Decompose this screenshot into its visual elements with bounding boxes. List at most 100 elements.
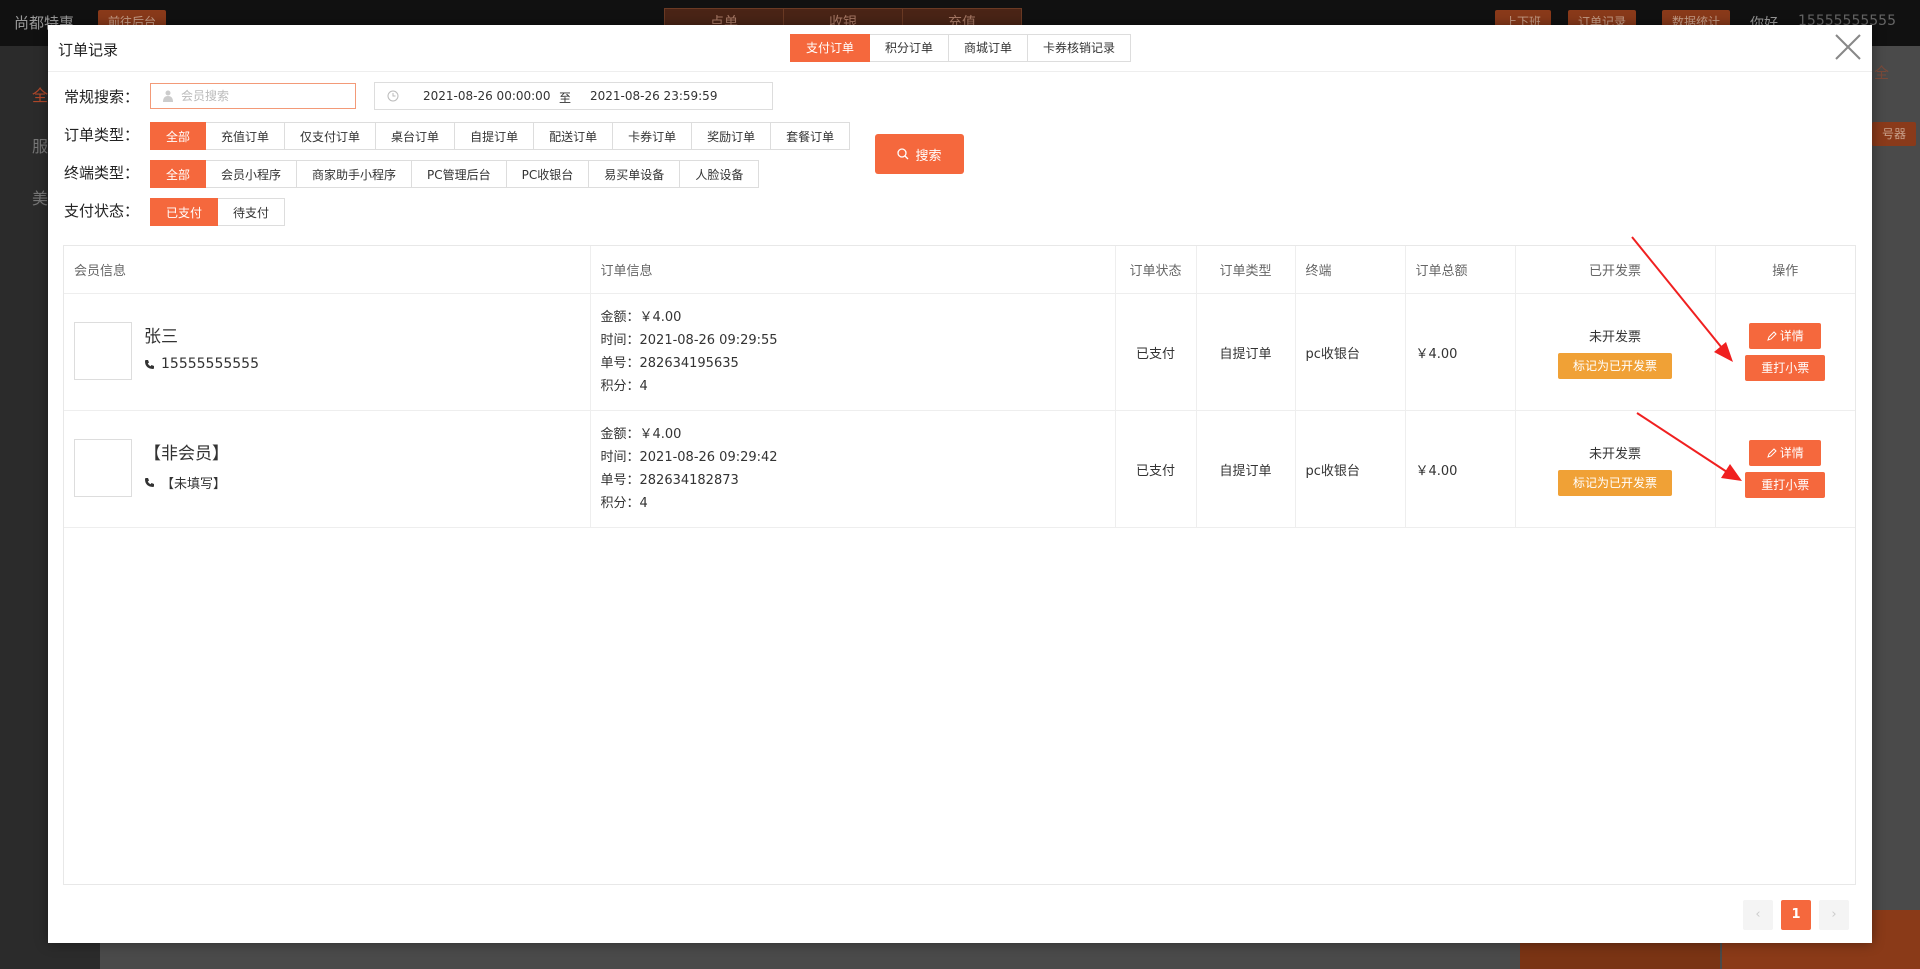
search-placeholder: 会员搜索 — [181, 89, 230, 103]
edit-icon — [1766, 331, 1777, 341]
close-button[interactable] — [1832, 31, 1864, 63]
terminal-all[interactable]: 全部 — [150, 160, 207, 188]
order-time: 时间：2021-08-26 09:29:55 — [600, 333, 778, 348]
modal-title: 订单记录 — [58, 41, 119, 59]
member-search-input[interactable]: 会员搜索 — [150, 83, 356, 109]
header-member-info: 会员信息 — [64, 246, 591, 294]
terminal-type-label: 终端类型： — [64, 164, 140, 182]
terminal-member-miniapp[interactable]: 会员小程序 — [206, 160, 298, 188]
order-type-package[interactable]: 套餐订单 — [771, 122, 851, 150]
order-points: 积分：4 — [600, 379, 648, 394]
member-cell: 张三 15555555555 — [64, 293, 591, 411]
pay-status-label: 支付状态： — [64, 202, 140, 220]
invoice-status: 未开发票 — [1588, 446, 1641, 462]
order-status: 已支付 — [1115, 293, 1197, 411]
member-name: 张三 — [144, 327, 178, 347]
terminal-face-device[interactable]: 人脸设备 — [680, 160, 760, 188]
order-points: 积分：4 — [600, 496, 648, 511]
order-type: 自提订单 — [1196, 410, 1296, 528]
order-type-filter: 全部 充值订单 仅支付订单 桌台订单 自提订单 配送订单 卡券订单 奖励订单 套… — [150, 122, 851, 150]
background-side-item: 服 — [32, 137, 49, 156]
member-phone: 【未填写】 — [161, 477, 227, 492]
header-order-total: 订单总额 — [1405, 246, 1516, 294]
order-time: 时间：2021-08-26 09:29:42 — [600, 450, 778, 465]
clock-icon — [387, 90, 399, 102]
order-type-coupon[interactable]: 卡券订单 — [613, 122, 693, 150]
mark-invoiced-button[interactable]: 标记为已开发票 — [1557, 352, 1672, 379]
date-separator: 至 — [559, 91, 572, 105]
background-side-item: 全 — [32, 86, 49, 105]
order-type-pickup[interactable]: 自提订单 — [455, 122, 535, 150]
detail-button-label: 详情 — [1779, 446, 1804, 460]
member-phone: 15555555555 — [161, 356, 259, 372]
mark-invoiced-button[interactable]: 标记为已开发票 — [1557, 469, 1672, 496]
terminal-easy-pay-device[interactable]: 易买单设备 — [589, 160, 681, 188]
background-fragment: 全 — [1874, 64, 1890, 82]
pay-status-paid[interactable]: 已支付 — [150, 198, 219, 226]
tab-mall-orders[interactable]: 商城订单 — [949, 34, 1029, 62]
prev-page-button[interactable]: ‹ — [1743, 900, 1773, 930]
search-label: 常规搜索： — [64, 88, 140, 106]
order-status: 已支付 — [1115, 410, 1197, 528]
terminal-type-filter: 全部 会员小程序 商家助手小程序 PC管理后台 PC收银台 易买单设备 人脸设备 — [150, 160, 760, 188]
reprint-receipt-button[interactable]: 重打小票 — [1745, 472, 1826, 498]
order-type-reward[interactable]: 奖励订单 — [692, 122, 772, 150]
terminal-pc-admin[interactable]: PC管理后台 — [412, 160, 507, 188]
order-amount: 金额：￥4.00 — [600, 310, 682, 325]
page-1-button[interactable]: 1 — [1781, 900, 1811, 930]
phone-icon — [145, 478, 154, 487]
table-row: 张三 15555555555 金额：￥4.00 时间：2021-08-26 09… — [64, 293, 1855, 411]
pay-status-pending[interactable]: 待支付 — [218, 198, 286, 226]
order-type-label: 订单类型： — [64, 126, 140, 144]
header-order-type: 订单类型 — [1196, 246, 1296, 294]
order-number: 单号：282634195635 — [600, 356, 739, 371]
header-actions: 操作 — [1715, 246, 1855, 294]
invoice-cell: 未开发票 标记为已开发票 — [1515, 293, 1716, 411]
member-cell: 【非会员】 【未填写】 — [64, 410, 591, 528]
order-type-table[interactable]: 桌台订单 — [376, 122, 456, 150]
header-order-info: 订单信息 — [590, 246, 1116, 294]
background-side-item: 美 — [32, 189, 49, 208]
invoice-status: 未开发票 — [1588, 329, 1641, 345]
detail-button[interactable]: 详情 — [1749, 440, 1822, 466]
order-total: ￥4.00 — [1405, 293, 1516, 411]
date-range-picker[interactable]: 2021-08-26 00:00:00 至 2021-08-26 23:59:5… — [374, 82, 773, 110]
pay-status-filter: 已支付 待支付 — [150, 198, 286, 226]
avatar — [74, 439, 132, 497]
avatar — [74, 322, 132, 380]
search-button-label: 搜索 — [915, 148, 942, 164]
order-type-delivery[interactable]: 配送订单 — [534, 122, 614, 150]
table-row: 【非会员】 【未填写】 金额：￥4.00 时间：2021-08-26 09:29… — [64, 410, 1855, 528]
member-phone-row: 【未填写】 — [144, 473, 226, 492]
member-name: 【非会员】 — [144, 444, 229, 464]
order-type-recharge[interactable]: 充值订单 — [206, 122, 286, 150]
order-type-all[interactable]: 全部 — [150, 122, 207, 150]
next-page-button[interactable]: › — [1819, 900, 1849, 930]
tab-points-orders[interactable]: 积分订单 — [870, 34, 950, 62]
invoice-cell: 未开发票 标记为已开发票 — [1515, 410, 1716, 528]
close-icon — [1835, 34, 1861, 60]
orders-table: 会员信息 订单信息 订单状态 订单类型 终端 订单总额 已开发票 操作 张三 1… — [63, 245, 1856, 885]
modal-header: 订单记录 支付订单 积分订单 商城订单 卡券核销记录 — [48, 25, 1872, 72]
order-type-pay-only[interactable]: 仅支付订单 — [285, 122, 377, 150]
order-number: 单号：282634182873 — [600, 473, 739, 488]
tab-coupon-records[interactable]: 卡券核销记录 — [1028, 34, 1132, 62]
background-fragment-button: 号器 — [1872, 122, 1917, 146]
order-info-cell: 金额：￥4.00 时间：2021-08-26 09:29:55 单号：28263… — [590, 293, 1116, 411]
search-button[interactable]: 搜索 — [875, 134, 964, 174]
pagination: ‹ 1 › — [1743, 900, 1849, 930]
reprint-receipt-button[interactable]: 重打小票 — [1745, 355, 1826, 381]
table-header-row: 会员信息 订单信息 订单状态 订单类型 终端 订单总额 已开发票 操作 — [64, 246, 1855, 294]
header-terminal: 终端 — [1295, 246, 1406, 294]
terminal-merchant-miniapp[interactable]: 商家助手小程序 — [297, 160, 413, 188]
header-order-status: 订单状态 — [1115, 246, 1197, 294]
detail-button[interactable]: 详情 — [1749, 323, 1822, 349]
tab-pay-orders[interactable]: 支付订单 — [790, 34, 871, 62]
search-icon — [897, 148, 909, 160]
order-type-tabs: 支付订单 积分订单 商城订单 卡券核销记录 — [790, 34, 1132, 62]
order-type: 自提订单 — [1196, 293, 1296, 411]
member-phone-row: 15555555555 — [144, 356, 259, 372]
order-terminal: pc收银台 — [1295, 293, 1406, 411]
order-records-modal: 订单记录 支付订单 积分订单 商城订单 卡券核销记录 常规搜索： 会员搜索 20… — [48, 25, 1872, 943]
terminal-pc-cashier[interactable]: PC收银台 — [506, 160, 590, 188]
